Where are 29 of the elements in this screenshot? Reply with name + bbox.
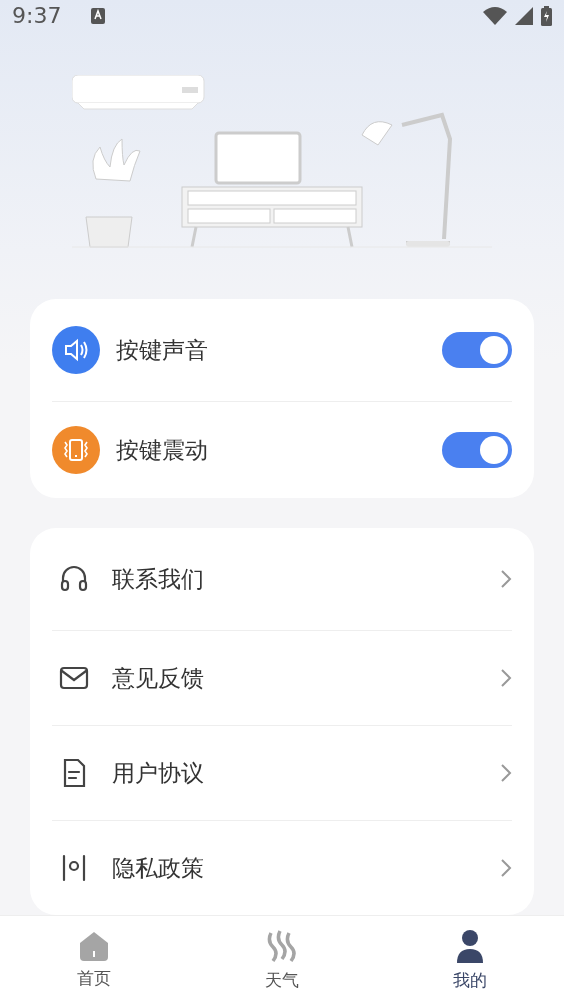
speaker-icon xyxy=(52,326,100,374)
toggle-switch[interactable] xyxy=(442,432,512,468)
steam-icon xyxy=(265,928,299,963)
phone-vibrate-icon xyxy=(52,426,100,474)
menu-label: 隐私政策 xyxy=(112,853,205,883)
chevron-right-icon xyxy=(500,569,512,589)
battery-charging-icon xyxy=(541,5,552,26)
menu-label: 联系我们 xyxy=(112,564,205,594)
chevron-right-icon xyxy=(500,668,512,688)
signal-icon xyxy=(515,6,533,25)
chevron-right-icon xyxy=(500,763,512,783)
keyboard-a-icon xyxy=(91,7,106,24)
chevron-right-icon xyxy=(500,858,512,878)
menu-label: 意见反馈 xyxy=(112,663,205,693)
menu-item[interactable]: 联系我们 xyxy=(52,563,484,595)
setting-label: 按键声音 xyxy=(116,335,209,365)
setting-label: 按键震动 xyxy=(116,435,209,465)
nav-tab[interactable]: 天气 xyxy=(188,916,376,1004)
home-icon xyxy=(78,930,110,961)
person-icon xyxy=(455,928,485,963)
status-time: 9:37 xyxy=(12,3,62,28)
nav-tab[interactable]: 我的 xyxy=(376,916,564,1004)
wifi-icon xyxy=(483,6,507,25)
menu-label: 用户协议 xyxy=(112,758,205,788)
menu-item[interactable]: 用户协议 xyxy=(52,757,484,789)
nav-tab[interactable]: 首页 xyxy=(0,916,188,1004)
menu-item[interactable]: 隐私政策 xyxy=(52,852,484,884)
menu-item[interactable]: 意见反馈 xyxy=(52,662,484,694)
toggle-switch[interactable] xyxy=(442,332,512,368)
